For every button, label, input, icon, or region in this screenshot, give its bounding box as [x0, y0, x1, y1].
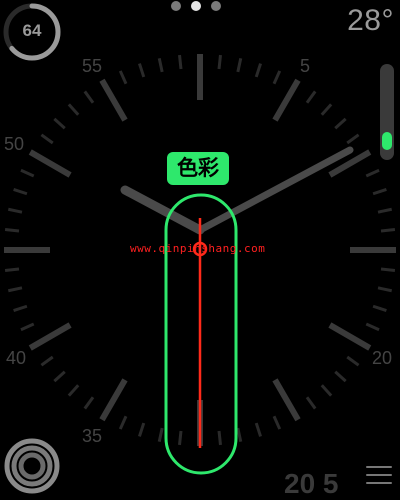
minute-tick: [254, 63, 262, 78]
minute-tick: [334, 370, 347, 383]
minute-tick: [157, 427, 164, 443]
minute-tick: [7, 286, 23, 293]
minute-tick: [217, 54, 222, 70]
scroll-indicator-knob[interactable]: [382, 132, 392, 150]
minute-tick: [178, 54, 183, 70]
minute-tick: [320, 103, 333, 116]
minute-tick: [53, 370, 66, 383]
minute-tick: [365, 168, 380, 178]
temperature-value[interactable]: 28°: [347, 4, 394, 38]
dial-numeral: 55: [82, 56, 103, 76]
minute-tick: [20, 322, 35, 332]
minute-tick: [83, 90, 95, 104]
minute-tick: [346, 355, 360, 367]
minute-tick: [4, 267, 20, 272]
hour-tick: [272, 378, 301, 422]
minute-tick: [236, 427, 243, 443]
minute-tick: [372, 188, 387, 196]
page-dot-active[interactable]: [191, 1, 201, 11]
dial-numeral: 20: [372, 348, 393, 368]
minute-tick: [4, 228, 20, 233]
dial-numeral: 40: [6, 348, 27, 368]
watch-hands: [120, 146, 354, 235]
minute-tick: [380, 267, 396, 272]
minute-tick: [118, 70, 128, 85]
minute-tick: [7, 207, 23, 214]
minute-tick: [346, 133, 360, 145]
hour-tick: [28, 149, 72, 178]
minute-tick: [40, 133, 54, 145]
minute-tick: [20, 168, 35, 178]
hour-tick: [99, 78, 128, 122]
page-dot[interactable]: [211, 1, 221, 11]
minute-tick: [272, 415, 282, 430]
minute-tick: [178, 430, 183, 446]
minute-tick: [305, 90, 317, 104]
minute-tick: [157, 57, 164, 73]
page-indicator[interactable]: [171, 1, 221, 11]
watch-face-screen: 64 28° 55 5 50 40 20 35 色彩 www.qinpinsha…: [0, 0, 400, 500]
partial-time-display: 20 5: [284, 468, 339, 499]
minute-tick: [377, 286, 393, 293]
minute-tick: [40, 355, 54, 367]
dial-numeral: 50: [4, 134, 25, 154]
minute-tick: [380, 228, 396, 233]
minute-tick: [377, 207, 393, 214]
watermark-text: www.qinpinshang.com: [130, 242, 266, 255]
hour-tick: [99, 378, 128, 422]
minute-tick: [334, 117, 347, 130]
minute-tick: [118, 415, 128, 430]
hour-tick: [28, 322, 72, 351]
page-dot[interactable]: [171, 1, 181, 11]
minute-tick: [13, 188, 28, 196]
minute-tick: [320, 384, 333, 397]
battery-value: 64: [22, 21, 42, 40]
color-option-label: 色彩: [167, 152, 229, 185]
hour-tick: [328, 322, 372, 351]
minute-tick: [83, 396, 95, 410]
minute-tick: [67, 103, 80, 116]
minute-tick: [217, 430, 222, 446]
minute-tick: [372, 304, 387, 312]
dial-numeral: 5: [300, 56, 311, 76]
minute-tick: [272, 70, 282, 85]
menu-icon[interactable]: [366, 466, 392, 488]
minute-tick: [254, 422, 262, 437]
minute-tick: [365, 322, 380, 332]
hour-tick: [272, 78, 301, 122]
minute-tick: [138, 63, 146, 78]
minute-tick: [53, 117, 66, 130]
dial-numeral: 35: [82, 426, 103, 446]
minute-tick: [13, 304, 28, 312]
minute-tick: [305, 396, 317, 410]
digital-crown-indicator[interactable]: [380, 64, 394, 160]
minute-tick: [138, 422, 146, 437]
activity-rings-icon[interactable]: [4, 438, 60, 494]
minute-tick: [67, 384, 80, 397]
minute-tick: [236, 57, 243, 73]
